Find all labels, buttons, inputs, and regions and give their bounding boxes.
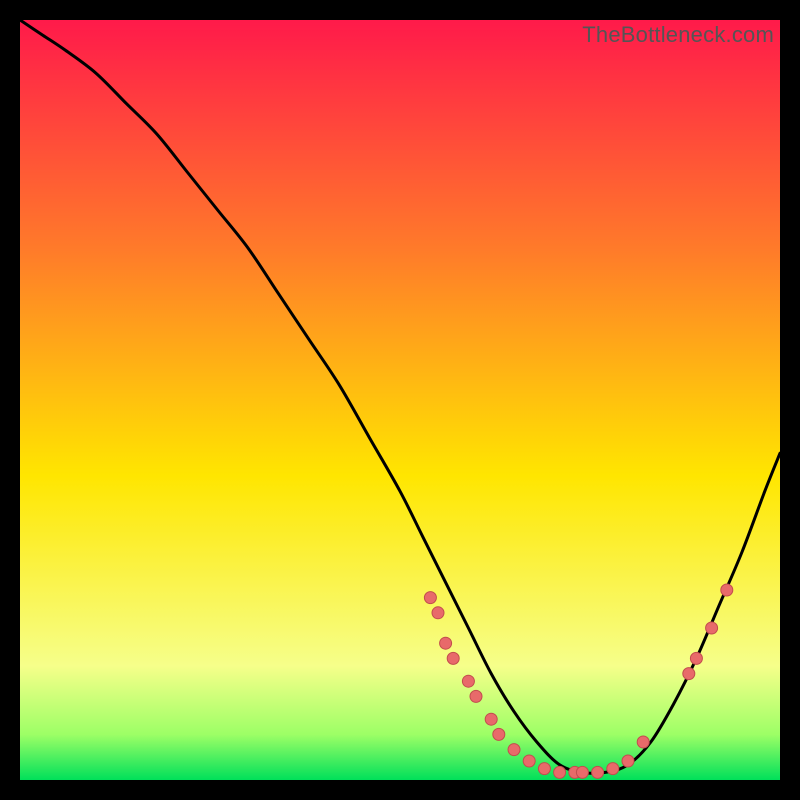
data-point xyxy=(607,763,619,775)
data-point xyxy=(440,637,452,649)
watermark-text: TheBottleneck.com xyxy=(582,22,774,48)
data-point xyxy=(432,607,444,619)
chart-frame: TheBottleneck.com xyxy=(20,20,780,780)
chart-svg xyxy=(20,20,780,780)
data-point xyxy=(721,584,733,596)
data-point xyxy=(538,763,550,775)
gradient-background xyxy=(20,20,780,780)
data-point xyxy=(592,766,604,778)
data-point xyxy=(470,690,482,702)
data-point xyxy=(493,728,505,740)
data-point xyxy=(523,755,535,767)
data-point xyxy=(424,592,436,604)
data-point xyxy=(462,675,474,687)
data-point xyxy=(485,713,497,725)
data-point xyxy=(622,755,634,767)
plot-area xyxy=(20,20,780,780)
data-point xyxy=(508,744,520,756)
data-point xyxy=(637,736,649,748)
data-point xyxy=(683,668,695,680)
data-point xyxy=(576,766,588,778)
data-point xyxy=(706,622,718,634)
data-point xyxy=(690,652,702,664)
data-point xyxy=(554,766,566,778)
data-point xyxy=(447,652,459,664)
